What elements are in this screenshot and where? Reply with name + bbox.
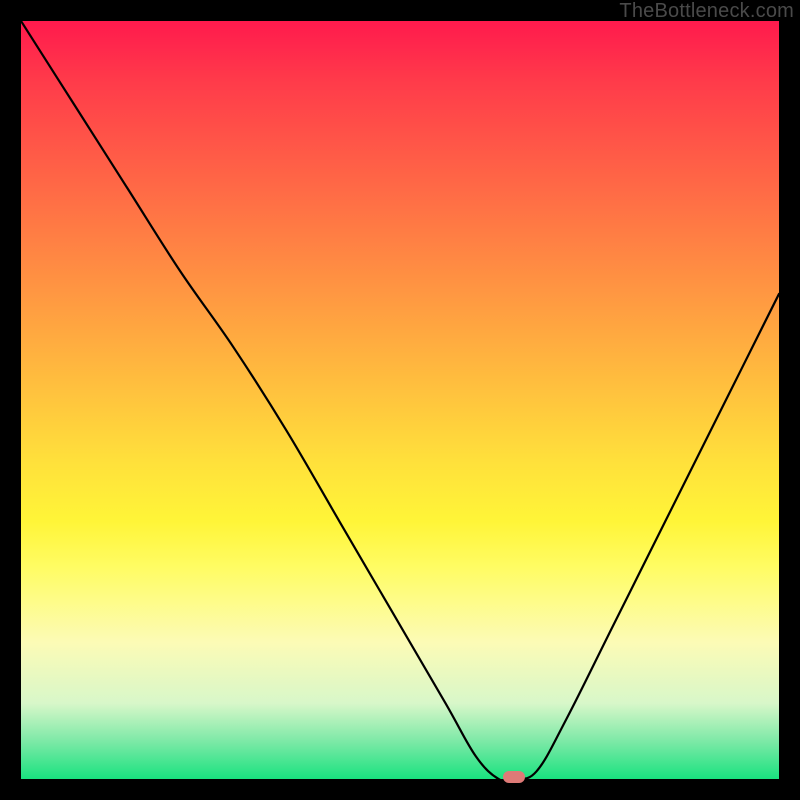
plot-area <box>21 21 779 779</box>
minimum-marker <box>503 771 525 783</box>
bottleneck-curve-path <box>21 21 779 779</box>
chart-frame: TheBottleneck.com <box>0 0 800 800</box>
watermark-text: TheBottleneck.com <box>619 0 794 23</box>
curve-svg <box>21 21 779 779</box>
